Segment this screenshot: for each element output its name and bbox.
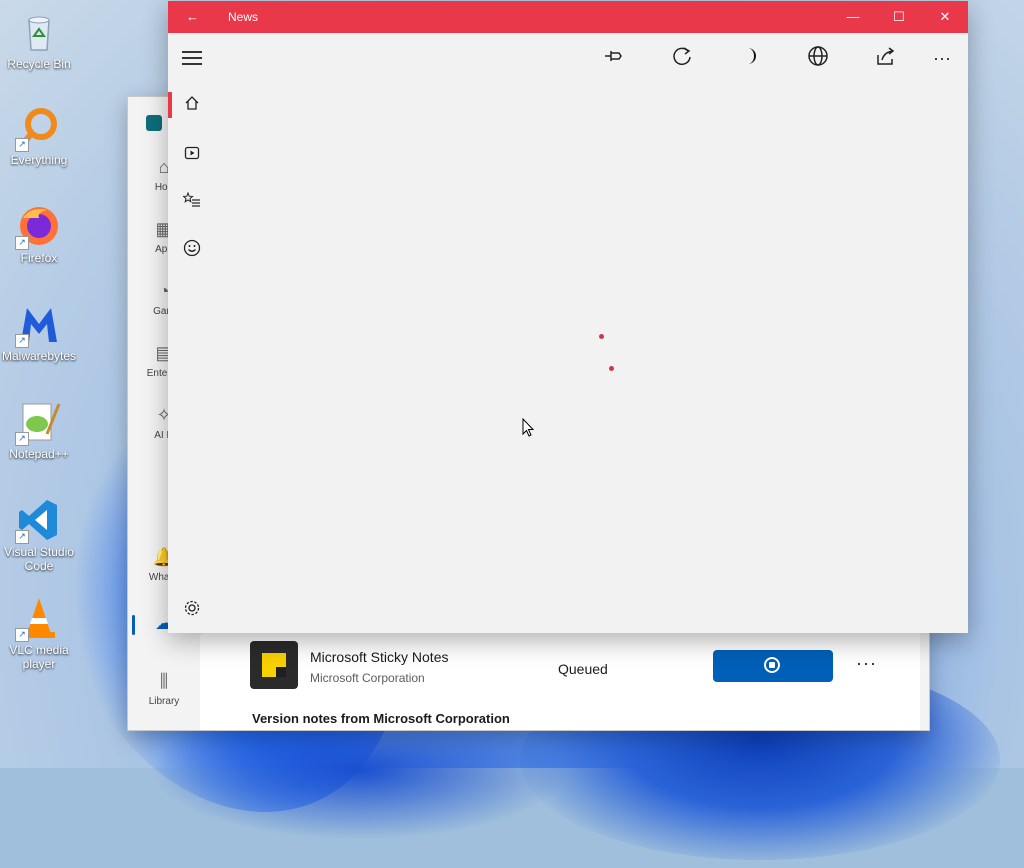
- notepad-plus-plus-icon: ↗: [15, 400, 61, 446]
- maximize-button[interactable]: ☐: [876, 1, 922, 33]
- desktop-icon-malwarebytes[interactable]: ↗ Malwarebytes: [0, 302, 78, 363]
- video-icon[interactable]: [182, 145, 202, 165]
- desktop-icon-label: Everything: [10, 153, 68, 167]
- download-row: Microsoft Sticky Notes Microsoft Corpora…: [238, 639, 898, 695]
- desktop-icon-firefox[interactable]: ↗ Firefox: [0, 204, 78, 265]
- hamburger-menu-icon[interactable]: [182, 51, 202, 65]
- more-icon[interactable]: ···: [928, 45, 956, 71]
- news-window: ← News — ☐ ✕ ···: [168, 1, 968, 633]
- shortcut-arrow-icon: ↗: [15, 530, 29, 544]
- app-name[interactable]: Microsoft Sticky Notes: [310, 649, 448, 665]
- shortcut-arrow-icon: ↗: [15, 432, 29, 446]
- back-button[interactable]: ←: [186, 9, 199, 24]
- library-icon: ⫼: [159, 671, 169, 691]
- interests-smiley-icon[interactable]: [182, 239, 202, 259]
- desktop-icon-label: Firefox: [20, 251, 58, 265]
- loading-spinner-dot: [609, 366, 614, 371]
- desktop-icon-vscode[interactable]: ↗ Visual Studio Code: [0, 498, 78, 573]
- firefox-icon: ↗: [15, 204, 61, 250]
- language-globe-icon[interactable]: [804, 45, 832, 71]
- vscode-icon: ↗: [15, 498, 61, 544]
- store-nav-label: Library: [148, 696, 180, 707]
- share-icon[interactable]: [872, 45, 900, 71]
- minimize-button[interactable]: —: [830, 1, 876, 33]
- search-magnifier-icon: ↗: [15, 106, 61, 152]
- close-button[interactable]: ✕: [922, 1, 968, 33]
- shortcut-arrow-icon: ↗: [15, 334, 29, 348]
- vlc-cone-icon: ↗: [15, 596, 61, 642]
- malwarebytes-icon: ↗: [15, 302, 61, 348]
- more-options-button[interactable]: ···: [856, 653, 877, 674]
- stop-square-icon: [769, 662, 775, 668]
- version-notes-heading: Version notes from Microsoft Corporation: [252, 711, 510, 726]
- dark-mode-icon[interactable]: [736, 45, 764, 71]
- pin-icon[interactable]: [600, 45, 628, 71]
- settings-gear-icon[interactable]: [182, 599, 202, 619]
- desktop-icon-label: Malwarebytes: [1, 349, 77, 363]
- desktop-icon-label: Recycle Bin: [7, 57, 71, 71]
- refresh-icon[interactable]: [668, 45, 696, 71]
- loading-spinner-dot: [599, 334, 604, 339]
- shortcut-arrow-icon: ↗: [15, 138, 29, 152]
- app-publisher: Microsoft Corporation: [310, 671, 425, 685]
- desktop-icon-label: Visual Studio Code: [4, 545, 74, 573]
- desktop-icon-recycle-bin[interactable]: Recycle Bin: [0, 10, 78, 71]
- store-logo-icon: [146, 115, 162, 131]
- stop-download-button[interactable]: [713, 650, 833, 682]
- store-downloads-panel: Microsoft Sticky Notes Microsoft Corpora…: [200, 631, 920, 730]
- window-title: News: [228, 10, 259, 24]
- news-titlebar: ← News — ☐ ✕: [168, 1, 968, 33]
- desktop-icon-label: VLC media player: [9, 643, 69, 671]
- desktop-icon-vlc[interactable]: ↗ VLC media player: [0, 596, 78, 671]
- sticky-notes-icon: [250, 641, 298, 689]
- shortcut-arrow-icon: ↗: [15, 236, 29, 250]
- following-icon[interactable]: [182, 191, 202, 212]
- desktop-icon-label: Notepad++: [9, 447, 69, 461]
- nav-active-indicator: [168, 92, 172, 118]
- shortcut-arrow-icon: ↗: [15, 628, 29, 642]
- download-status: Queued: [558, 661, 608, 677]
- home-icon[interactable]: [182, 95, 202, 115]
- desktop-icon-notepad-plus-plus[interactable]: ↗ Notepad++: [0, 400, 78, 461]
- store-nav-library[interactable]: ⫼ Library: [128, 671, 200, 707]
- desktop-icon-everything[interactable]: ↗ Everything: [0, 106, 78, 167]
- recycle-bin-icon: [17, 10, 61, 54]
